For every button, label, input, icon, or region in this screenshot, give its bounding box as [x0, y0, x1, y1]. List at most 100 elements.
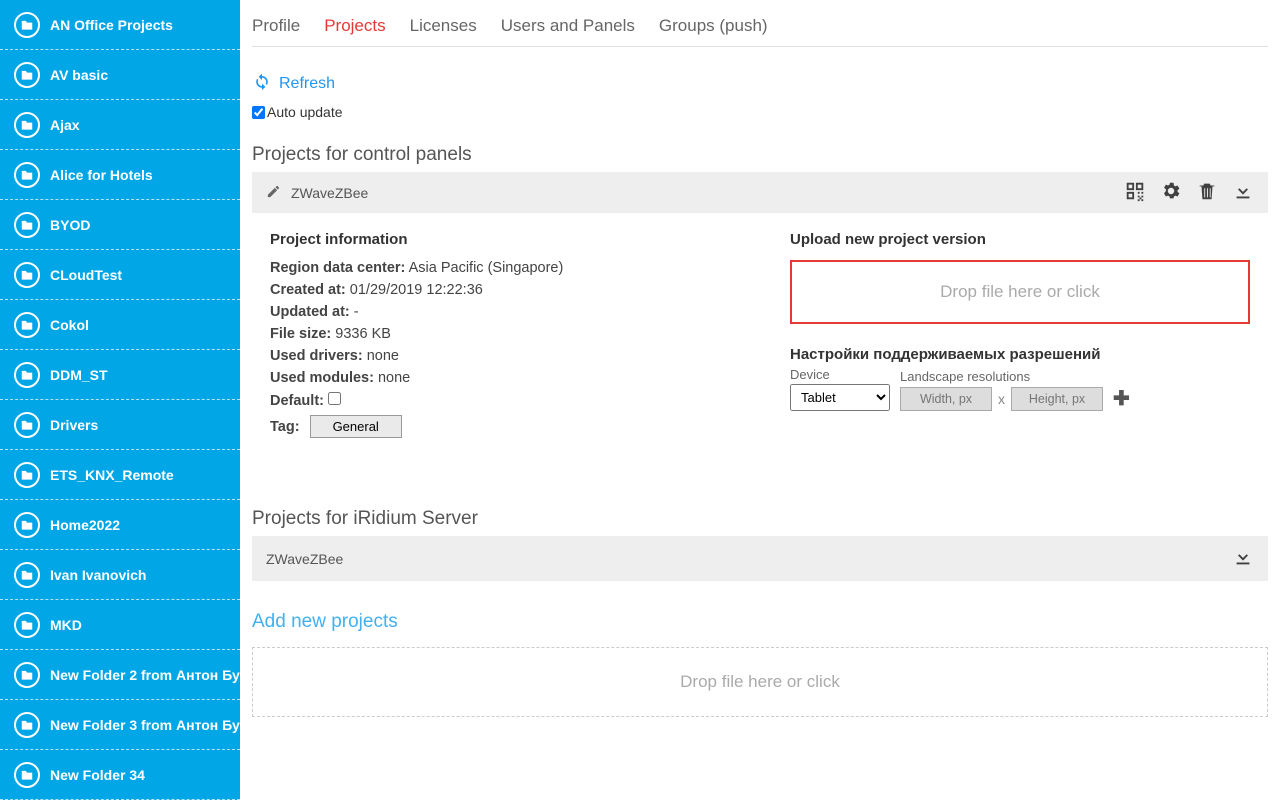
auto-update-label: Auto update — [267, 104, 343, 120]
folder-icon — [14, 612, 40, 638]
download-icon[interactable] — [1232, 180, 1254, 205]
folder-icon — [14, 412, 40, 438]
size-label: File size: — [270, 326, 331, 342]
refresh-button[interactable]: Refresh — [252, 71, 1268, 96]
tab-groups[interactable]: Groups (push) — [659, 16, 768, 36]
region-label: Region data center: — [270, 260, 405, 276]
main-content: Profile Projects Licenses Users and Pane… — [240, 0, 1280, 800]
created-value: 01/29/2019 12:22:36 — [350, 282, 483, 298]
sidebar-item-label: MKD — [50, 617, 82, 633]
server-project-header: ZWaveZBee — [252, 536, 1268, 581]
sidebar-item[interactable]: AV basic — [0, 50, 240, 100]
tab-projects[interactable]: Projects — [324, 16, 385, 36]
sidebar-item[interactable]: Ivan Ivanovich — [0, 550, 240, 600]
folder-icon — [14, 62, 40, 88]
sidebar-item-label: Drivers — [50, 417, 98, 433]
sidebar-item[interactable]: ETS_KNX_Remote — [0, 450, 240, 500]
sidebar-item[interactable]: New Folder 3 from Антон Бу — [0, 700, 240, 750]
folder-icon — [14, 162, 40, 188]
add-resolution-button[interactable]: ✚ — [1109, 386, 1134, 411]
auto-update-toggle[interactable]: Auto update — [252, 104, 1268, 120]
tag-label: Tag: — [270, 419, 300, 435]
sidebar-item[interactable]: BYOD — [0, 200, 240, 250]
updated-label: Updated at: — [270, 304, 350, 320]
default-checkbox[interactable] — [328, 392, 341, 405]
server-project-name: ZWaveZBee — [266, 551, 343, 567]
sidebar-item-label: New Folder 34 — [50, 767, 145, 783]
sidebar-item-label: New Folder 2 from Антон Бу — [50, 667, 240, 683]
landscape-label: Landscape resolutions — [900, 369, 1134, 384]
sidebar-item-label: Ajax — [50, 117, 80, 133]
sidebar-item-label: ETS_KNX_Remote — [50, 467, 174, 483]
sidebar-item-label: Alice for Hotels — [50, 167, 153, 183]
refresh-label: Refresh — [279, 75, 335, 93]
sidebar: AN Office Projects AV basic Ajax Alice for … — [0, 0, 240, 800]
folder-icon — [14, 312, 40, 338]
modules-label: Used modules: — [270, 370, 374, 386]
width-input[interactable] — [900, 387, 992, 411]
created-label: Created at: — [270, 282, 346, 298]
sidebar-item-label: CLoudTest — [50, 267, 122, 283]
gear-icon[interactable] — [1160, 180, 1182, 205]
project-body: Project information Region data center: … — [252, 213, 1268, 462]
drivers-label: Used drivers: — [270, 348, 363, 364]
tabs: Profile Projects Licenses Users and Pane… — [252, 0, 1268, 47]
folder-icon — [14, 462, 40, 488]
sidebar-item[interactable]: New Folder 2 from Антон Бу — [0, 650, 240, 700]
sidebar-item[interactable]: MKD — [0, 600, 240, 650]
sidebar-item[interactable]: Home2022 — [0, 500, 240, 550]
trash-icon[interactable] — [1196, 180, 1218, 205]
drivers-value: none — [367, 348, 399, 364]
upload-dropzone[interactable]: Drop file here or click — [790, 260, 1250, 324]
sidebar-item[interactable]: Drivers — [0, 400, 240, 450]
edit-icon[interactable] — [266, 184, 281, 202]
tab-users[interactable]: Users and Panels — [501, 16, 635, 36]
sidebar-item[interactable]: Cokol — [0, 300, 240, 350]
folder-icon — [14, 562, 40, 588]
download-icon[interactable] — [1232, 546, 1254, 571]
modules-value: none — [378, 370, 410, 386]
project-name: ZWaveZBee — [291, 185, 368, 201]
tab-licenses[interactable]: Licenses — [410, 16, 477, 36]
sidebar-item-label: Home2022 — [50, 517, 120, 533]
tag-button[interactable]: General — [310, 415, 402, 438]
sidebar-item-label: Cokol — [50, 317, 89, 333]
default-label: Default: — [270, 393, 324, 409]
folder-icon — [14, 212, 40, 238]
sidebar-item[interactable]: CLoudTest — [0, 250, 240, 300]
sidebar-item[interactable]: AN Office Projects — [0, 0, 240, 50]
sidebar-item[interactable]: Alice for Hotels — [0, 150, 240, 200]
sidebar-item-label: AV basic — [50, 67, 108, 83]
sidebar-item-label: Ivan Ivanovich — [50, 567, 146, 583]
folder-icon — [14, 362, 40, 388]
folder-icon — [14, 762, 40, 788]
folder-icon — [14, 662, 40, 688]
folder-icon — [14, 12, 40, 38]
folder-icon — [14, 512, 40, 538]
sidebar-item[interactable]: DDM_ST — [0, 350, 240, 400]
upload-column: Upload new project version Drop file her… — [790, 231, 1250, 444]
server-section-title: Projects for iRidium Server — [252, 508, 1268, 530]
refresh-icon — [252, 71, 272, 96]
folder-icon — [14, 262, 40, 288]
device-label: Device — [790, 367, 890, 382]
auto-update-checkbox[interactable] — [252, 106, 265, 119]
qr-icon[interactable] — [1124, 180, 1146, 205]
sidebar-item-label: BYOD — [50, 217, 90, 233]
resolutions-heading: Настройки поддерживаемых разрешений — [790, 346, 1250, 363]
device-select[interactable]: Tablet — [790, 384, 890, 411]
add-project-dropzone[interactable]: Drop file here or click — [252, 647, 1268, 717]
project-info: Project information Region data center: … — [270, 231, 750, 444]
upload-heading: Upload new project version — [790, 231, 1250, 248]
sidebar-item[interactable]: Ajax — [0, 100, 240, 150]
sidebar-item[interactable]: New Folder 34 — [0, 750, 240, 800]
tab-profile[interactable]: Profile — [252, 16, 300, 36]
height-input[interactable] — [1011, 387, 1103, 411]
add-projects-title: Add new projects — [252, 611, 1268, 633]
sidebar-item-label: DDM_ST — [50, 367, 108, 383]
sidebar-item-label: AN Office Projects — [50, 17, 173, 33]
size-value: 9336 KB — [335, 326, 391, 342]
sidebar-item-label: New Folder 3 from Антон Бу — [50, 717, 240, 733]
panels-section-title: Projects for control panels — [252, 144, 1268, 166]
folder-icon — [14, 712, 40, 738]
